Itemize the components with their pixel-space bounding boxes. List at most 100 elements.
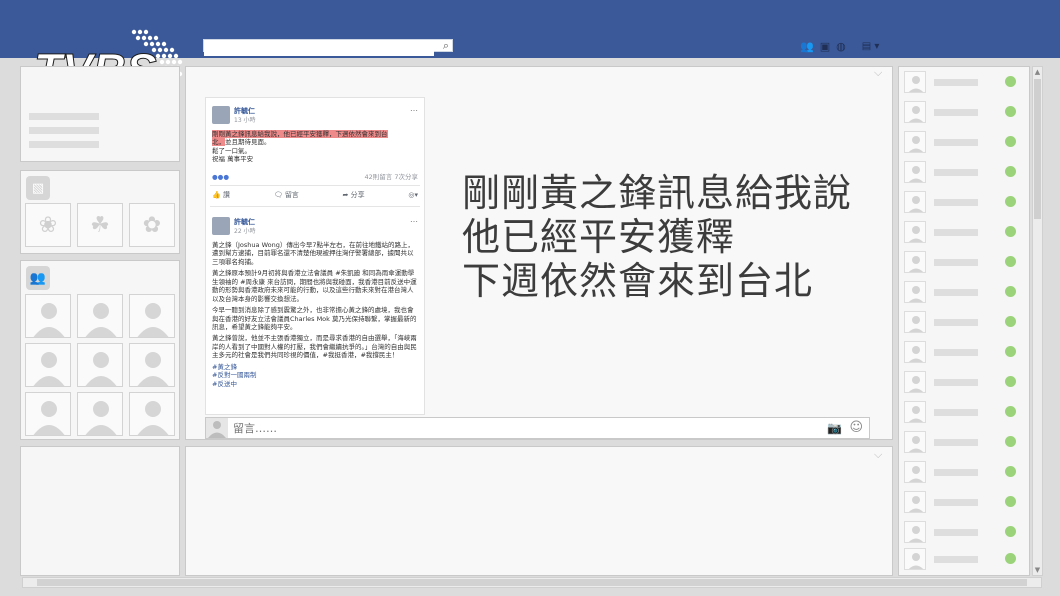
account-menu-icon[interactable]: ▤ ▾ bbox=[862, 41, 880, 52]
like-button[interactable]: 👍 讚 bbox=[212, 191, 230, 200]
contact-avatar bbox=[904, 131, 926, 153]
friend-avatar[interactable] bbox=[129, 294, 175, 338]
friend-avatar[interactable] bbox=[25, 392, 71, 436]
butterfly-icon[interactable]: ❀ bbox=[25, 203, 71, 247]
chat-contact[interactable] bbox=[904, 161, 1026, 187]
contact-avatar bbox=[904, 311, 926, 333]
reactions-icon[interactable]: ●●● bbox=[212, 173, 229, 181]
profile-panel bbox=[20, 66, 180, 162]
flower-icon[interactable]: ✿ bbox=[129, 203, 175, 247]
contact-avatar bbox=[904, 521, 926, 543]
messages-icon[interactable]: ▣ bbox=[820, 40, 830, 53]
chat-contact[interactable] bbox=[904, 341, 1026, 367]
more-options-icon[interactable]: … bbox=[410, 104, 418, 114]
author-avatar bbox=[212, 106, 230, 124]
contact-avatar bbox=[904, 461, 926, 483]
online-status-icon bbox=[1005, 436, 1016, 447]
chat-contact[interactable] bbox=[904, 521, 1026, 547]
chevron-down-icon[interactable]: ⌵ bbox=[874, 66, 882, 80]
quote-caption: 剛剛黃之鋒訊息給我說 他已經平安獲釋 下週依然會來到台北 bbox=[462, 171, 852, 303]
comment-input[interactable] bbox=[233, 420, 793, 436]
vertical-scrollbar[interactable]: ▲ ▼ bbox=[1032, 66, 1043, 576]
contact-avatar bbox=[904, 101, 926, 123]
comment-button[interactable]: 🗨 留言 bbox=[274, 191, 299, 200]
contact-name bbox=[934, 139, 978, 146]
chat-contact[interactable] bbox=[904, 431, 1026, 457]
online-status-icon bbox=[1005, 466, 1016, 477]
chat-contact[interactable] bbox=[904, 548, 1026, 574]
search-input[interactable] bbox=[204, 45, 434, 56]
scroll-up-icon[interactable]: ▲ bbox=[1033, 67, 1042, 77]
friends-icon[interactable]: 👥 bbox=[800, 40, 814, 53]
contact-name bbox=[934, 439, 978, 446]
highlighted-text: 北， bbox=[212, 138, 225, 147]
contact-avatar bbox=[904, 71, 926, 93]
comment-bar: 📷 ☺ bbox=[205, 417, 870, 439]
post-paragraph: 黃之鋒（Joshua Wong）傳出今早7點半左右，在前往地鐵站的路上，遭到幫方… bbox=[212, 241, 414, 266]
post-time: 22 小時 bbox=[234, 228, 256, 235]
camera-icon[interactable]: 📷 bbox=[827, 421, 842, 435]
left-bottom-panel bbox=[20, 446, 180, 576]
contact-avatar bbox=[904, 281, 926, 303]
contact-name bbox=[934, 169, 978, 176]
post-paragraph: 黃之鋒曾說，他並不主張香港獨立，而是尋求香港的自由選舉，「海峽兩岸的人看到了中國… bbox=[212, 334, 417, 360]
chat-contact[interactable] bbox=[904, 131, 1026, 157]
online-status-icon bbox=[1005, 376, 1016, 387]
chat-contact[interactable] bbox=[904, 221, 1026, 247]
chat-contact[interactable] bbox=[904, 101, 1026, 127]
chat-contact[interactable] bbox=[904, 401, 1026, 427]
online-status-icon bbox=[1005, 226, 1016, 237]
post-time: 13 小時 bbox=[234, 117, 256, 124]
friend-avatar[interactable] bbox=[77, 294, 123, 338]
friend-avatar[interactable] bbox=[25, 343, 71, 387]
search-icon[interactable]: ⌕ bbox=[443, 39, 449, 53]
chevron-down-icon[interactable]: ⌵ bbox=[874, 448, 882, 462]
horizontal-scrollbar[interactable] bbox=[22, 577, 1042, 588]
friend-avatar[interactable] bbox=[77, 392, 123, 436]
chat-contact[interactable] bbox=[904, 281, 1026, 307]
post-author[interactable]: 許毓仁 bbox=[234, 218, 255, 227]
friend-avatar[interactable] bbox=[25, 294, 71, 338]
commenter-avatar bbox=[206, 418, 228, 438]
share-button[interactable]: ➦ 分享 bbox=[343, 191, 365, 200]
chat-contact[interactable] bbox=[904, 311, 1026, 337]
online-status-icon bbox=[1005, 106, 1016, 117]
author-avatar bbox=[212, 217, 230, 235]
contact-avatar bbox=[904, 548, 926, 570]
chat-contact[interactable] bbox=[904, 461, 1026, 487]
chat-contact[interactable] bbox=[904, 251, 1026, 277]
chat-contact[interactable] bbox=[904, 371, 1026, 397]
more-options-icon[interactable]: … bbox=[410, 215, 418, 225]
friend-avatar[interactable] bbox=[129, 343, 175, 387]
post-text-tail: 並且期待見面。 bbox=[225, 138, 271, 147]
audience-icon[interactable]: ◎▾ bbox=[408, 191, 418, 200]
contact-avatar bbox=[904, 191, 926, 213]
scroll-down-icon[interactable]: ▼ bbox=[1033, 565, 1042, 575]
online-status-icon bbox=[1005, 406, 1016, 417]
contact-avatar bbox=[904, 491, 926, 513]
leaf-icon[interactable]: ☘ bbox=[77, 203, 123, 247]
friends-panel: 👥 bbox=[20, 260, 180, 440]
scroll-thumb[interactable] bbox=[1034, 79, 1041, 219]
hashtag[interactable]: #反送中 bbox=[212, 380, 418, 388]
chat-contact[interactable] bbox=[904, 71, 1026, 97]
post-author[interactable]: 許毓仁 bbox=[234, 107, 255, 116]
divider bbox=[210, 206, 420, 207]
hashtag[interactable]: #反對一國兩制 bbox=[212, 371, 418, 379]
scroll-thumb[interactable] bbox=[37, 579, 1027, 586]
online-status-icon bbox=[1005, 256, 1016, 267]
emoji-icon[interactable]: ☺ bbox=[849, 420, 863, 435]
chat-contact[interactable] bbox=[904, 191, 1026, 217]
post-stats[interactable]: 42則留言 7次分享 bbox=[365, 173, 418, 181]
friend-avatar[interactable] bbox=[77, 343, 123, 387]
hashtag[interactable]: #黃之鋒 bbox=[212, 363, 418, 371]
share-label: 分享 bbox=[350, 191, 365, 199]
friend-avatar[interactable] bbox=[129, 392, 175, 436]
chat-contact[interactable] bbox=[904, 491, 1026, 517]
like-label: 讚 bbox=[222, 191, 230, 199]
online-status-icon bbox=[1005, 286, 1016, 297]
search-box[interactable]: ⌕ bbox=[203, 39, 453, 56]
globe-icon[interactable]: ◍ bbox=[836, 40, 846, 53]
online-status-icon bbox=[1005, 316, 1016, 327]
post-paragraph: 今早一聽到消息除了感到震驚之外，也非常擔心黃之鋒的處境，我也會與在香港的好友立法… bbox=[212, 306, 417, 331]
